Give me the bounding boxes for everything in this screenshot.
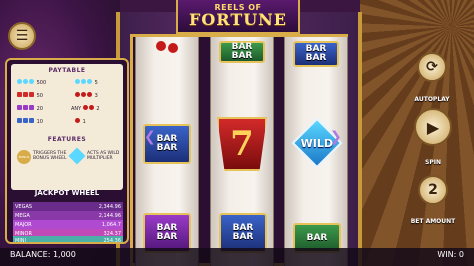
autoplay-label: AUTOPLAY: [414, 96, 450, 103]
payout-value: 20: [36, 106, 43, 112]
bet-amount-button[interactable]: 2: [418, 175, 448, 205]
bar-bar-symbol: BAR BAR: [219, 213, 267, 253]
game-title: REELS OF FORTUNE: [176, 0, 300, 34]
reel-3: BAR BAR WILD BAR: [284, 37, 348, 266]
bar-label: BAR: [156, 232, 178, 242]
payline-right-arrow: ❯: [330, 129, 342, 145]
play-icon: ▶: [426, 117, 440, 137]
bet-amount-label: BET AMOUNT: [410, 218, 456, 225]
menu-button[interactable]: ☰: [8, 22, 36, 50]
bar-label: BAR: [156, 143, 178, 153]
paytable-box: PAYTABLE 500 50 20 10 5 3 ANY 2 1 FEATUR…: [11, 64, 123, 190]
spin-label: SPIN: [425, 159, 441, 166]
slot-machine: BAR BAR BAR BAR BAR BAR 7 BAR BAR BAR BA…: [116, 12, 362, 266]
bar-label: BAR: [306, 232, 328, 243]
bonus-feature-text: TRIGGERS THE BONUS WHEEL: [33, 151, 67, 161]
paytable-row: 1: [75, 118, 86, 125]
bar-label: BAR: [305, 53, 327, 63]
paytable-header: PAYTABLE: [48, 67, 86, 74]
bar-bar-symbol: BAR BAR: [219, 41, 265, 63]
jackpot-row-major: MAJOR 1,064.7: [13, 220, 123, 229]
payout-value: 500: [36, 80, 47, 86]
bonus-icon-label: BONUS: [18, 155, 30, 159]
seven-label: 7: [230, 124, 254, 164]
jackpot-value: 254.36: [103, 237, 122, 244]
wild-label: WILD: [300, 136, 334, 150]
paytable-panel: PAYTABLE 500 50 20 10 5 3 ANY 2 1 FEATUR…: [5, 58, 129, 244]
any-label: ANY: [71, 106, 82, 112]
jackpot-value: 1,064.7: [101, 221, 121, 228]
payout-value: 2: [96, 106, 100, 112]
payout-value: 5: [94, 80, 98, 86]
reel-1: BAR BAR BAR BAR: [135, 37, 199, 266]
jackpot-value: 2,344.96: [98, 203, 121, 210]
payout-value: 50: [36, 93, 43, 99]
bonus-icon: BONUS: [17, 150, 31, 164]
jackpot-value: 2,144.96: [98, 212, 121, 219]
payout-value: 3: [94, 93, 98, 99]
reel-2: BAR BAR 7 BAR BAR: [210, 37, 274, 266]
jackpot-name: MAJOR: [15, 221, 32, 228]
payout-value: 10: [36, 119, 43, 125]
bet-value: 2: [428, 182, 438, 198]
bar-bar-symbol: BAR BAR: [143, 213, 191, 253]
spin-button[interactable]: ▶: [414, 108, 452, 146]
win-display: WIN: 0: [437, 250, 464, 259]
bar-bar-symbol: BAR BAR: [293, 41, 339, 67]
paytable-row: 3: [75, 92, 98, 99]
paytable-row: 10: [17, 118, 43, 125]
wild-feature-text: ACTS AS WILD MULTIPLIER: [87, 151, 120, 161]
paytable-row: 5: [75, 79, 98, 86]
autoplay-icon: ⟳: [426, 59, 438, 75]
paytable-row: 50: [17, 92, 43, 99]
features-header: FEATURES: [47, 136, 87, 143]
payline-left-arrow: ❮: [144, 129, 156, 145]
reels-window: BAR BAR BAR BAR BAR BAR 7 BAR BAR BAR BA…: [130, 34, 348, 266]
paytable-row: ANY 2: [71, 105, 100, 112]
paytable-row: 20: [17, 105, 43, 112]
autoplay-button[interactable]: ⟳: [417, 52, 447, 82]
bar-label: BAR: [232, 232, 254, 242]
jackpot-row-mega: MEGA 2,144.96: [13, 211, 123, 220]
title-big: FORTUNE: [189, 10, 287, 29]
balance-display: BALANCE: 1,000: [10, 250, 76, 259]
jackpot-header: JACKPOT WHEEL: [34, 189, 100, 197]
jackpot-name: VEGAS: [15, 203, 33, 210]
jackpot-row-mini: MINI 254.36: [13, 236, 123, 244]
jackpot-name: MEGA: [15, 212, 30, 219]
jackpot-row-vegas: VEGAS 2,344.96: [13, 202, 123, 211]
payout-value: 1: [82, 119, 86, 125]
hamburger-icon: ☰: [15, 28, 29, 44]
jackpot-name: MINI: [15, 237, 27, 244]
bar-label: BAR: [231, 51, 253, 61]
seven-symbol: 7: [217, 117, 267, 171]
wild-icon: [68, 147, 86, 165]
paytable-row: 500: [17, 79, 46, 86]
